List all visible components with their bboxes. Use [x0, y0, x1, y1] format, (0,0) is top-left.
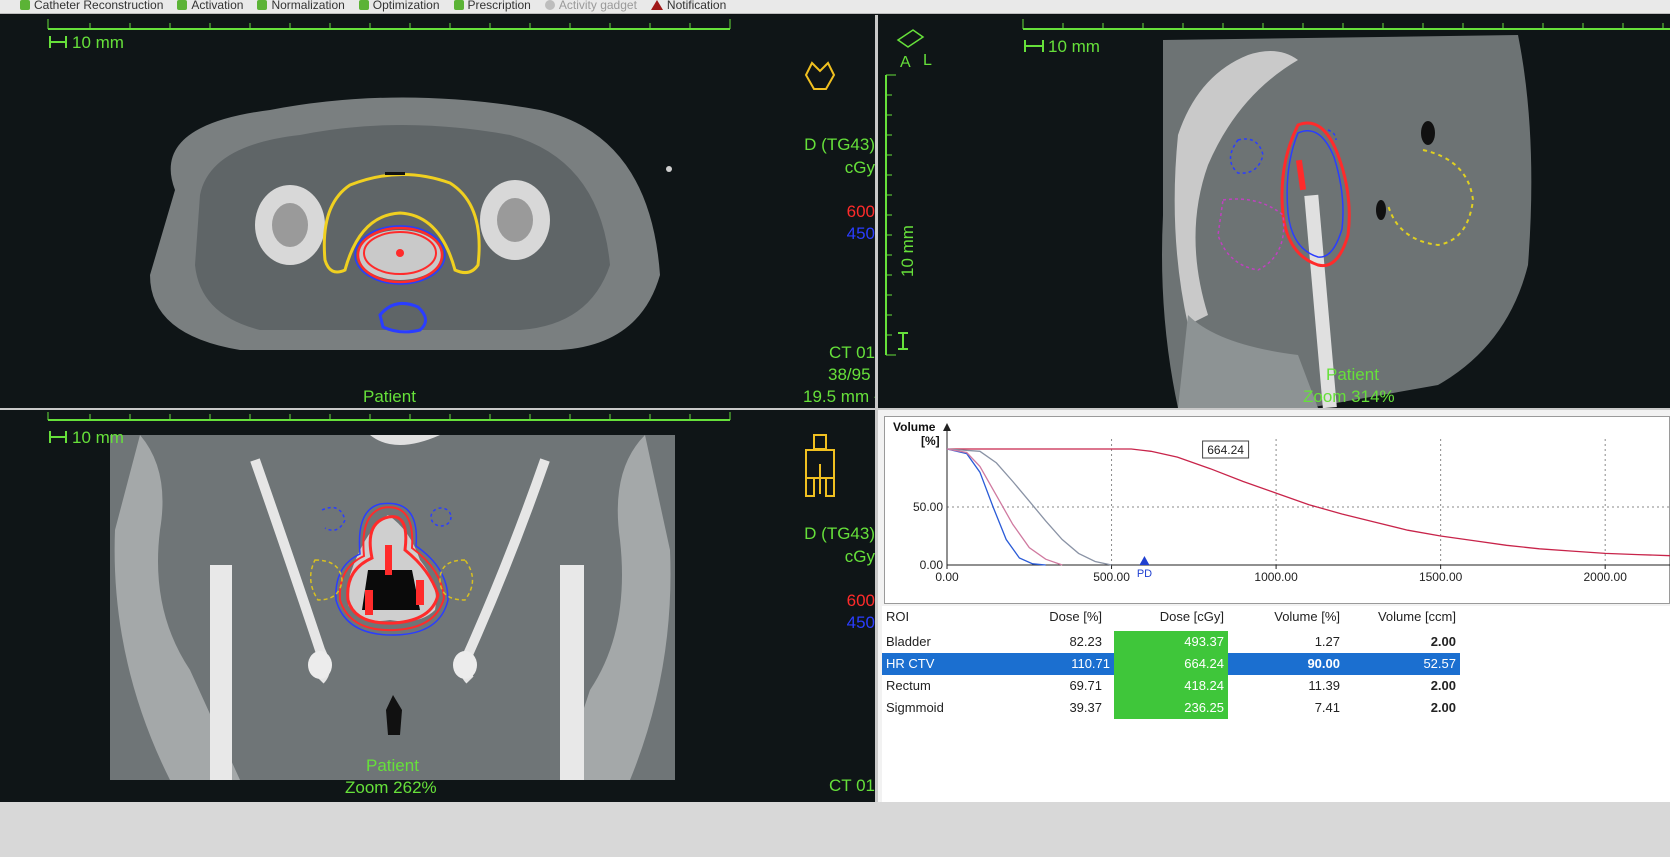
axial-dataset: CT 01 — [829, 343, 875, 362]
row-volume-ccm: 2.00 — [1430, 700, 1456, 715]
x-tick-label: 0.00 — [935, 570, 959, 584]
x-tick-label: 1500.00 — [1419, 570, 1463, 584]
axial-iso-450: 450 — [846, 224, 875, 243]
y-axis-arrow — [943, 423, 951, 431]
header-volume-ccm: Volume [ccm] — [1377, 609, 1456, 624]
axial-iso-600: 600 — [846, 202, 875, 221]
axial-dose-title: D (TG43) — [804, 135, 875, 154]
activity-gadget-icon — [544, 0, 555, 10]
coronal-dose-title: D (TG43) — [804, 524, 875, 543]
sagittal-orient-a: A — [900, 54, 911, 71]
y-axis-label: Volume — [893, 420, 936, 434]
coronal-viewport[interactable]: 10 mm D (TG43) cGy 600 450 Patient Zoom … — [0, 410, 875, 802]
row-roi: HR CTV — [882, 653, 998, 675]
toolbar-activity-gadget[interactable]: Activity gadget — [544, 0, 637, 11]
pd-marker-icon — [1139, 556, 1150, 565]
x-tick-label: 1000.00 — [1254, 570, 1298, 584]
sagittal-zoom-label: Zoom 314% — [1303, 387, 1395, 406]
dose-statistics-table: ROI Dose [%] Dose [cGy] Volume [%] Volum… — [882, 606, 1670, 802]
toolbar-catheter-reconstruction[interactable]: Catheter Reconstruction — [20, 0, 163, 11]
dvh-curve-0 — [947, 448, 1670, 557]
toolbar-prescription[interactable]: Prescription — [453, 0, 531, 11]
x-tick-label: 2000.00 — [1583, 570, 1627, 584]
header-roi: ROI — [886, 609, 910, 624]
toolbar-normalization[interactable]: Normalization — [257, 0, 345, 11]
table-row-sigmoid[interactable]: Sigmmoid 39.37 236.25 7.41 2.00 — [882, 697, 1670, 719]
table-header: ROI Dose [%] Dose [cGy] Volume [%] Volum… — [882, 606, 1670, 628]
sagittal-orient-l: L — [923, 52, 932, 69]
prescription-icon — [453, 0, 464, 10]
workflow-toolbar: Catheter Reconstruction Activation Norma… — [0, 0, 1670, 14]
normalization-icon — [257, 0, 268, 10]
table-row-bladder[interactable]: Bladder 82.23 493.37 1.27 2.00 — [882, 631, 1670, 653]
row-roi: Sigmmoid — [886, 700, 944, 715]
toolbar-notification[interactable]: Notification — [650, 0, 726, 11]
row-dose-pct: 69.71 — [1069, 678, 1102, 693]
row-volume-ccm: 2.00 — [1430, 678, 1456, 693]
header-volume-pct: Volume [%] — [1274, 609, 1340, 624]
dvh-panel: 0.00 500.00 1000.00 1500.00 2000.00 0.00 50.00… — [878, 410, 1670, 802]
axial-dose-unit: cGy — [844, 158, 875, 177]
row-roi: Bladder — [886, 634, 931, 649]
sagittal-scale-label: 10 mm — [1048, 37, 1100, 56]
optimization-icon — [358, 0, 369, 10]
coronal-dataset: CT 01 — [829, 776, 875, 795]
row-volume-pct: 7.41 — [1314, 700, 1340, 715]
table-row-hr-ctv[interactable]: HR CTV 110.71 664.24 90.00 52.57 — [882, 653, 1670, 675]
activation-icon — [177, 0, 188, 10]
axial-scale-label: 10 mm — [72, 33, 124, 52]
coronal-zoom-label: Zoom 262% — [345, 778, 437, 797]
coronal-ct-image — [47, 412, 731, 780]
dvh-chart[interactable]: 0.00 500.00 1000.00 1500.00 2000.00 0.00 50.00… — [884, 416, 1670, 604]
coronal-iso-450: 450 — [846, 613, 875, 632]
axial-orientation-label: Patient — [363, 387, 416, 406]
bottom-bar — [0, 802, 1670, 857]
coronal-scale-label: 10 mm — [72, 428, 124, 447]
coronal-orientation-label: Patient — [366, 756, 419, 775]
y-axis-unit: [%] — [921, 434, 940, 448]
dvh-plot: 0.00 500.00 1000.00 1500.00 2000.00 0.00 50.00… — [893, 420, 1670, 584]
sagittal-ct-image — [885, 19, 1670, 408]
tooltip-label: 664.24 — [1207, 443, 1244, 457]
viewport-divider-horizontal[interactable] — [0, 408, 1670, 410]
sagittal-orientation-label: Patient — [1326, 365, 1379, 384]
dvh-curve-2 — [946, 448, 1046, 566]
row-volume-pct: 1.27 — [1314, 634, 1340, 649]
row-volume-pct: 11.39 — [1308, 678, 1340, 693]
row-volume-pct: 90.00 — [1228, 653, 1344, 675]
catheter-icon — [20, 0, 30, 10]
row-roi: Rectum — [886, 678, 931, 693]
toolbar-optimization[interactable]: Optimization — [358, 0, 440, 11]
axial-position-info: 19.5 mm -5.7 mm — [803, 387, 875, 406]
axial-slice-info: 38/95 Sagittal — [828, 365, 875, 384]
axial-viewport[interactable]: 10 mm D (TG43) cGy 600 450 CT 01 38/95 S… — [0, 15, 875, 408]
coronal-iso-600: 600 — [846, 591, 875, 610]
row-dose-pct: 110.71 — [998, 653, 1114, 675]
header-dose-cgy: Dose [cGy] — [1159, 609, 1224, 624]
pd-marker-label: PD — [1137, 568, 1152, 580]
row-dose-cgy: 493.37 — [1114, 631, 1228, 653]
y-tick-label: 50.00 — [913, 500, 943, 514]
table-row-rectum[interactable]: Rectum 69.71 418.24 11.39 2.00 — [882, 675, 1670, 697]
toolbar-activation[interactable]: Activation — [177, 0, 243, 11]
row-dose-cgy: 236.25 — [1114, 697, 1228, 719]
row-dose-pct: 82.23 — [1069, 634, 1102, 649]
axial-ct-image — [47, 19, 731, 350]
notification-icon — [650, 0, 663, 10]
y-tick-label: 0.00 — [920, 558, 944, 572]
row-volume-ccm: 52.57 — [1344, 653, 1460, 675]
row-dose-cgy: 418.24 — [1114, 675, 1228, 697]
sagittal-viewport[interactable]: A L 10 mm 10 mm Patient Zoom 314% — [878, 15, 1670, 408]
x-tick-label: 500.00 — [1093, 570, 1130, 584]
coronal-dose-unit: cGy — [844, 547, 875, 566]
row-dose-pct: 39.37 — [1069, 700, 1102, 715]
row-volume-ccm: 2.00 — [1430, 634, 1456, 649]
header-dose-pct: Dose [%] — [1049, 609, 1102, 624]
row-dose-cgy: 664.24 — [1114, 653, 1228, 675]
dvh-curve-3 — [946, 448, 1063, 566]
sagittal-vert-scale-label: 10 mm — [898, 225, 917, 277]
